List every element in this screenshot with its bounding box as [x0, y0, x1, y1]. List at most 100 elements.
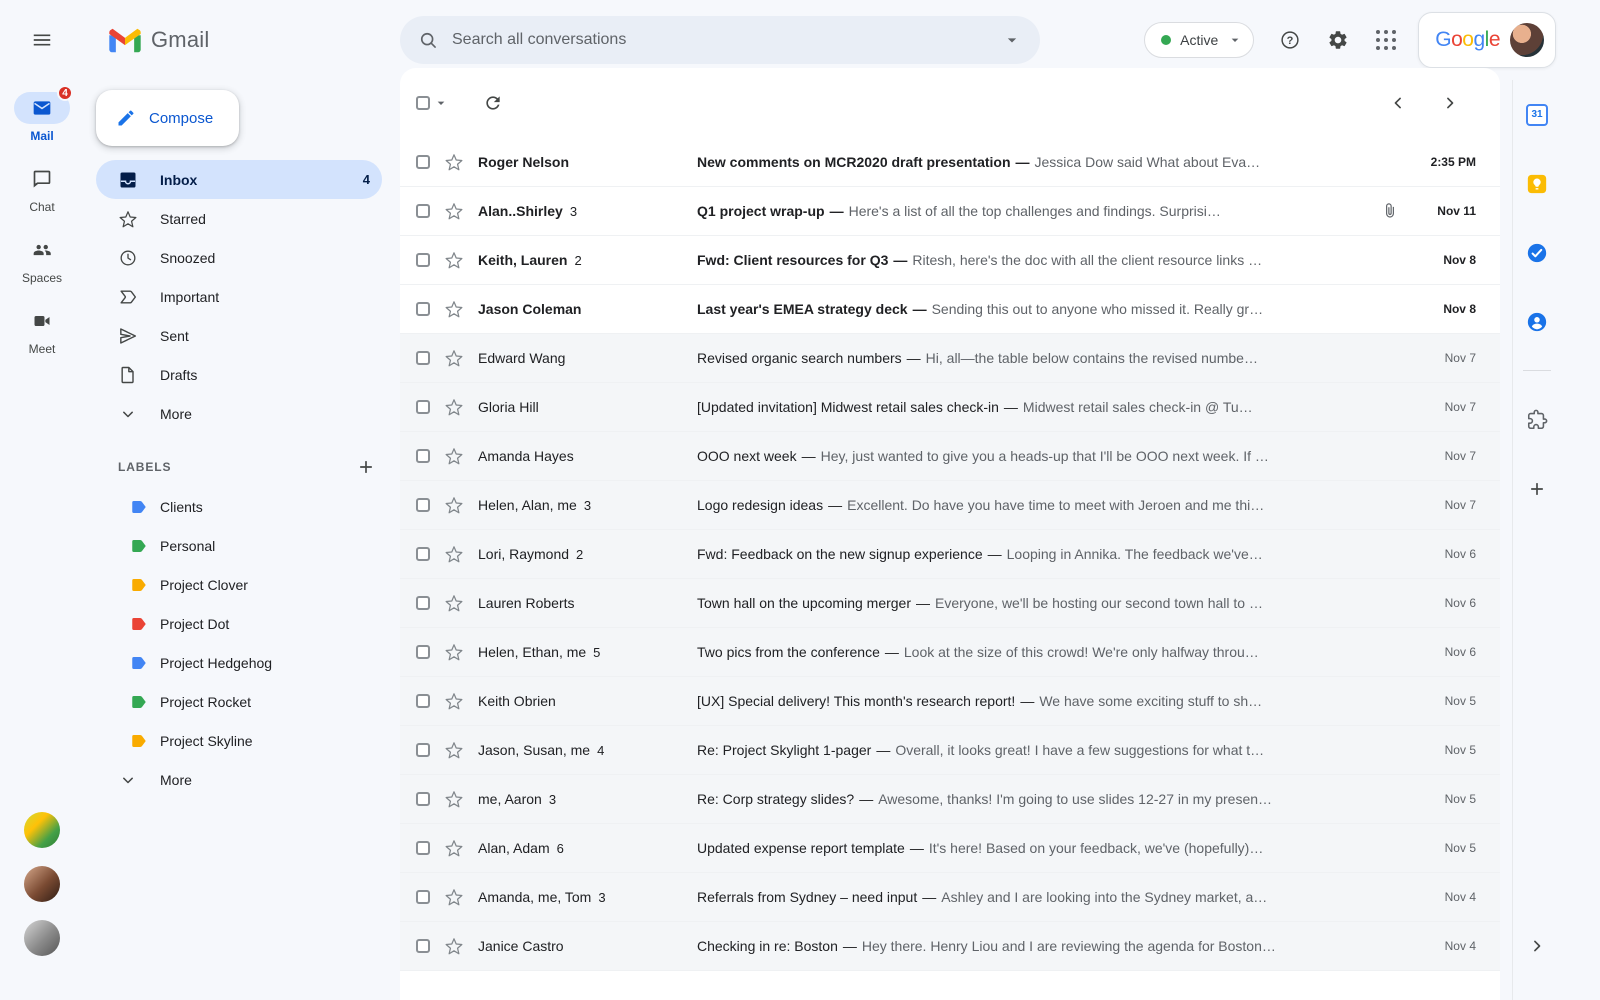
companion-rail: 31: [1512, 80, 1600, 1000]
star-icon[interactable]: [444, 740, 464, 760]
sidebar-item-snoozed[interactable]: Snoozed: [96, 238, 382, 277]
sidebar-item-important[interactable]: Important: [96, 277, 382, 316]
compose-button[interactable]: Compose: [96, 90, 239, 146]
email-checkbox[interactable]: [416, 596, 430, 610]
star-icon[interactable]: [444, 201, 464, 221]
keep-panel-button[interactable]: [1513, 149, 1561, 218]
email-row[interactable]: Helen, Alan, me3 Logo redesign ideas—Exc…: [400, 481, 1500, 530]
search-input[interactable]: [452, 31, 992, 49]
sidebar-label-clients[interactable]: Clients: [96, 487, 382, 526]
sidebar-labels-more[interactable]: More: [96, 760, 382, 799]
add-label-button[interactable]: [350, 451, 382, 483]
email-checkbox[interactable]: [416, 351, 430, 365]
email-row[interactable]: Helen, Ethan, me5 Two pics from the conf…: [400, 628, 1500, 677]
star-icon[interactable]: [444, 397, 464, 417]
star-icon[interactable]: [444, 446, 464, 466]
email-checkbox[interactable]: [416, 253, 430, 267]
settings-button[interactable]: [1314, 16, 1362, 64]
star-icon[interactable]: [444, 936, 464, 956]
star-icon[interactable]: [444, 299, 464, 319]
email-checkbox[interactable]: [416, 792, 430, 806]
email-row[interactable]: Jason Coleman Last year's EMEA strategy …: [400, 285, 1500, 334]
email-checkbox[interactable]: [416, 694, 430, 708]
email-checkbox[interactable]: [416, 498, 430, 512]
email-row[interactable]: Amanda, me, Tom3 Referrals from Sydney –…: [400, 873, 1500, 922]
select-options-caret[interactable]: [433, 95, 449, 111]
email-row[interactable]: Lauren Roberts Town hall on the upcoming…: [400, 579, 1500, 628]
star-icon[interactable]: [444, 152, 464, 172]
rail-item-chat[interactable]: Chat: [6, 163, 78, 214]
get-addons-button[interactable]: [1513, 385, 1561, 454]
email-checkbox[interactable]: [416, 890, 430, 904]
email-row[interactable]: Keith Obrien [UX] Special delivery! This…: [400, 677, 1500, 726]
email-checkbox[interactable]: [416, 547, 430, 561]
email-checkbox[interactable]: [416, 449, 430, 463]
account-card[interactable]: Google: [1418, 12, 1556, 68]
star-icon[interactable]: [444, 544, 464, 564]
email-row[interactable]: Jason, Susan, me4 Re: Project Skylight 1…: [400, 726, 1500, 775]
calendar-panel-button[interactable]: 31: [1513, 80, 1561, 149]
email-checkbox[interactable]: [416, 841, 430, 855]
email-checkbox[interactable]: [416, 400, 430, 414]
email-row[interactable]: Alan, Adam6 Updated expense report templ…: [400, 824, 1500, 873]
add-panel-button[interactable]: [1513, 454, 1561, 523]
star-icon[interactable]: [444, 887, 464, 907]
search-options-caret[interactable]: [992, 20, 1032, 60]
star-icon[interactable]: [444, 838, 464, 858]
email-row[interactable]: Janice Castro Checking in re: Boston—Hey…: [400, 922, 1500, 971]
contact-avatar[interactable]: [24, 866, 60, 902]
refresh-button[interactable]: [473, 83, 513, 123]
email-row[interactable]: Edward Wang Revised organic search numbe…: [400, 334, 1500, 383]
rail-item-spaces[interactable]: Spaces: [6, 234, 78, 285]
label-tag-icon: [130, 654, 148, 672]
sidebar-item-starred[interactable]: Starred: [96, 199, 382, 238]
email-checkbox[interactable]: [416, 155, 430, 169]
main-menu-button[interactable]: [18, 0, 66, 80]
email-row[interactable]: Keith, Lauren2 Fwd: Client resources for…: [400, 236, 1500, 285]
email-row[interactable]: Alan..Shirley3 Q1 project wrap-up—Here's…: [400, 187, 1500, 236]
sidebar-label-project-rocket[interactable]: Project Rocket: [96, 682, 382, 721]
email-checkbox[interactable]: [416, 204, 430, 218]
chevron-down-icon: [1227, 32, 1243, 48]
presence-status-button[interactable]: Active: [1144, 22, 1254, 58]
email-row[interactable]: Amanda Hayes OOO next week—Hey, just wan…: [400, 432, 1500, 481]
sidebar-item-inbox[interactable]: Inbox 4: [96, 160, 382, 199]
help-button[interactable]: ?: [1266, 16, 1314, 64]
email-checkbox[interactable]: [416, 939, 430, 953]
user-avatar[interactable]: [1510, 23, 1544, 57]
tasks-panel-button[interactable]: [1513, 218, 1561, 287]
select-all-checkbox[interactable]: [416, 96, 430, 110]
star-icon[interactable]: [444, 495, 464, 515]
sidebar-label-personal[interactable]: Personal: [96, 526, 382, 565]
email-checkbox[interactable]: [416, 645, 430, 659]
email-row[interactable]: me, Aaron3 Re: Corp strategy slides?—Awe…: [400, 775, 1500, 824]
sidebar-item-sent[interactable]: Sent: [96, 316, 382, 355]
sidebar-label-project-dot[interactable]: Project Dot: [96, 604, 382, 643]
email-checkbox[interactable]: [416, 743, 430, 757]
email-checkbox[interactable]: [416, 302, 430, 316]
contact-avatar[interactable]: [24, 920, 60, 956]
sidebar-label-project-skyline[interactable]: Project Skyline: [96, 721, 382, 760]
sidebar-label-project-hedgehog[interactable]: Project Hedgehog: [96, 643, 382, 682]
rail-item-mail[interactable]: 4 Mail: [6, 92, 78, 143]
star-icon[interactable]: [444, 691, 464, 711]
contacts-panel-button[interactable]: [1513, 287, 1561, 356]
email-row[interactable]: Lori, Raymond2 Fwd: Feedback on the new …: [400, 530, 1500, 579]
email-row[interactable]: Roger Nelson New comments on MCR2020 dra…: [400, 138, 1500, 187]
star-icon[interactable]: [444, 250, 464, 270]
google-apps-button[interactable]: [1362, 16, 1410, 64]
email-list-container: Roger Nelson New comments on MCR2020 dra…: [400, 68, 1500, 1000]
star-icon[interactable]: [444, 593, 464, 613]
sidebar-label-project-clover[interactable]: Project Clover: [96, 565, 382, 604]
star-icon[interactable]: [444, 642, 464, 662]
newer-page-button[interactable]: [1378, 83, 1418, 123]
expand-panel-button[interactable]: [1523, 932, 1551, 960]
star-icon[interactable]: [444, 348, 464, 368]
older-page-button[interactable]: [1430, 83, 1470, 123]
sidebar-item-more[interactable]: More: [96, 394, 382, 433]
contact-avatar[interactable]: [24, 812, 60, 848]
sidebar-item-drafts[interactable]: Drafts: [96, 355, 382, 394]
rail-item-meet[interactable]: Meet: [6, 305, 78, 356]
email-row[interactable]: Gloria Hill [Updated invitation] Midwest…: [400, 383, 1500, 432]
star-icon[interactable]: [444, 789, 464, 809]
